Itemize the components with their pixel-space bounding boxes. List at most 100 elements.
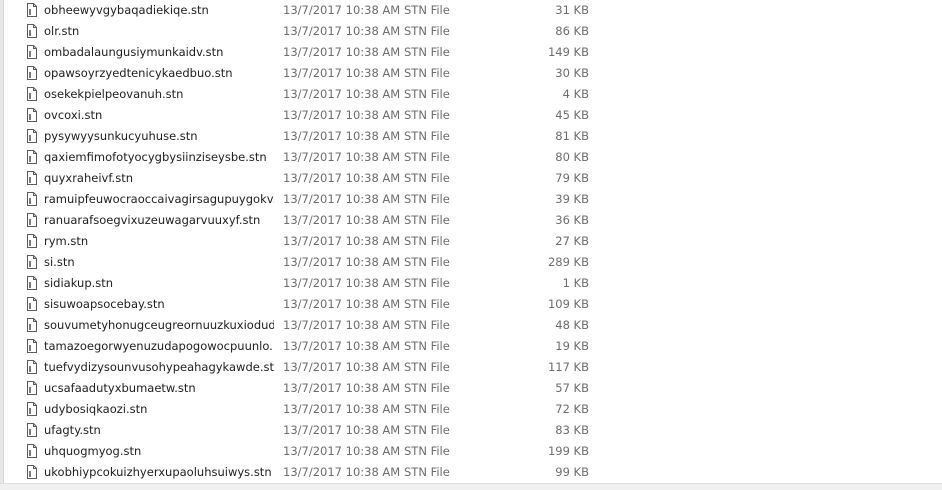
file-size: 81 KB bbox=[555, 129, 589, 143]
file-size: 80 KB bbox=[555, 150, 589, 164]
file-name[interactable]: ombadalaungusiymunkaidv.stn bbox=[44, 45, 223, 60]
file-row[interactable]: ombadalaungusiymunkaidv.stn 13/7/2017 10:… bbox=[0, 43, 942, 64]
file-row[interactable]: sidiakup.stn 13/7/2017 10:38 AM STN File 1 … bbox=[0, 274, 942, 295]
file-name[interactable]: ucsafaadutyxbumaetw.stn bbox=[44, 381, 196, 396]
file-size: 45 KB bbox=[555, 108, 589, 122]
file-row[interactable]: ufagty.stn 13/7/2017 10:38 AM STN File 83 K… bbox=[0, 421, 942, 442]
file-name[interactable]: opawsoyrzyedtenicykaedbuo.stn bbox=[44, 66, 233, 81]
file-name[interactable]: sidiakup.stn bbox=[44, 276, 113, 291]
file-name[interactable]: qaxiemfimofotyocygbysiinziseysbe.stn bbox=[44, 150, 267, 165]
file-size: 117 KB bbox=[547, 360, 589, 374]
file-icon bbox=[27, 444, 37, 458]
file-size: 79 KB bbox=[555, 171, 589, 185]
file-name[interactable]: ramuipfeuwocraoccaivagirsagupuygokv... bbox=[44, 192, 274, 207]
file-size: 199 KB bbox=[547, 444, 589, 458]
file-row[interactable]: olr.stn 13/7/2017 10:38 AM STN File 86 KB bbox=[0, 22, 942, 43]
file-size: 99 KB bbox=[555, 465, 589, 479]
file-name[interactable]: olr.stn bbox=[44, 24, 79, 39]
file-date-modified: 13/7/2017 10:38 AM bbox=[283, 318, 401, 332]
file-row[interactable]: tuefvydizysounvusohypeahagykawde.stn 13/7… bbox=[0, 358, 942, 379]
file-icon bbox=[27, 87, 37, 101]
file-size: 39 KB bbox=[555, 192, 589, 206]
file-name[interactable]: ukobhiypcokuizhyerxupaoluhsuiwys.stn bbox=[44, 465, 272, 480]
file-name[interactable]: souvumetyhonugceugreornuuzkuxiodud... bbox=[44, 318, 274, 333]
file-size: 57 KB bbox=[555, 381, 589, 395]
file-icon bbox=[27, 171, 37, 185]
file-date-modified: 13/7/2017 10:38 AM bbox=[283, 297, 401, 311]
file-type: STN File bbox=[404, 108, 450, 122]
file-date-modified: 13/7/2017 10:38 AM bbox=[283, 402, 401, 416]
file-name[interactable]: rym.stn bbox=[44, 234, 88, 249]
file-type: STN File bbox=[404, 402, 450, 416]
file-type: STN File bbox=[404, 129, 450, 143]
file-row[interactable]: osekekpielpeovanuh.stn 13/7/2017 10:38 AM… bbox=[0, 85, 942, 106]
file-icon bbox=[27, 150, 37, 164]
file-row[interactable]: si.stn 13/7/2017 10:38 AM STN File 289 KB bbox=[0, 253, 942, 274]
file-type: STN File bbox=[404, 297, 450, 311]
file-row[interactable]: rym.stn 13/7/2017 10:38 AM STN File 27 KB bbox=[0, 232, 942, 253]
file-row[interactable]: opawsoyrzyedtenicykaedbuo.stn 13/7/2017 1… bbox=[0, 64, 942, 85]
file-row[interactable]: pysywyysunkucyuhuse.stn 13/7/2017 10:38 A… bbox=[0, 127, 942, 148]
file-name[interactable]: pysywyysunkucyuhuse.stn bbox=[44, 129, 198, 144]
file-icon bbox=[27, 360, 37, 374]
file-row[interactable]: qaxiemfimofotyocygbysiinziseysbe.stn 13/7… bbox=[0, 148, 942, 169]
file-type: STN File bbox=[404, 192, 450, 206]
file-row[interactable]: ovcoxi.stn 13/7/2017 10:38 AM STN File 45 K… bbox=[0, 106, 942, 127]
file-type: STN File bbox=[404, 3, 450, 17]
file-row[interactable]: souvumetyhonugceugreornuuzkuxiodud... 13/… bbox=[0, 316, 942, 337]
file-type: STN File bbox=[404, 318, 450, 332]
file-row[interactable]: ucsafaadutyxbumaetw.stn 13/7/2017 10:38 A… bbox=[0, 379, 942, 400]
file-name[interactable]: udybosiqkaozi.stn bbox=[44, 402, 147, 417]
file-date-modified: 13/7/2017 10:38 AM bbox=[283, 276, 401, 290]
file-size: 109 KB bbox=[547, 297, 589, 311]
file-date-modified: 13/7/2017 10:38 AM bbox=[283, 234, 401, 248]
file-row[interactable]: ramuipfeuwocraoccaivagirsagupuygokv... 13… bbox=[0, 190, 942, 211]
file-name[interactable]: sisuwoapsocebay.stn bbox=[44, 297, 165, 312]
file-icon bbox=[27, 24, 37, 38]
file-name[interactable]: quyxraheivf.stn bbox=[44, 171, 133, 186]
file-icon bbox=[27, 276, 37, 290]
file-date-modified: 13/7/2017 10:38 AM bbox=[283, 444, 401, 458]
file-type: STN File bbox=[404, 171, 450, 185]
file-name[interactable]: osekekpielpeovanuh.stn bbox=[44, 87, 183, 102]
file-name[interactable]: obheewyvgybaqadiekiqe.stn bbox=[44, 3, 209, 18]
file-name[interactable]: ufagty.stn bbox=[44, 423, 101, 438]
file-name[interactable]: ranuarafsoegvixuzeuwagarvuuxyf.stn bbox=[44, 213, 260, 228]
file-date-modified: 13/7/2017 10:38 AM bbox=[283, 423, 401, 437]
file-icon bbox=[27, 129, 37, 143]
file-name[interactable]: ovcoxi.stn bbox=[44, 108, 102, 123]
file-type: STN File bbox=[404, 87, 450, 101]
file-date-modified: 13/7/2017 10:38 AM bbox=[283, 66, 401, 80]
file-date-modified: 13/7/2017 10:38 AM bbox=[283, 129, 401, 143]
file-name[interactable]: uhquogmyog.stn bbox=[44, 444, 141, 459]
file-icon bbox=[27, 465, 37, 479]
file-size: 289 KB bbox=[547, 255, 589, 269]
file-size: 30 KB bbox=[555, 66, 589, 80]
file-size: 31 KB bbox=[555, 3, 589, 17]
file-name[interactable]: tuefvydizysounvusohypeahagykawde.stn bbox=[44, 360, 274, 375]
file-icon bbox=[27, 297, 37, 311]
file-date-modified: 13/7/2017 10:38 AM bbox=[283, 213, 401, 227]
file-type: STN File bbox=[404, 381, 450, 395]
file-row[interactable]: ranuarafsoegvixuzeuwagarvuuxyf.stn 13/7/2… bbox=[0, 211, 942, 232]
file-row[interactable]: ukobhiypcokuizhyerxupaoluhsuiwys.stn 13/7… bbox=[0, 463, 942, 484]
file-row[interactable]: quyxraheivf.stn 13/7/2017 10:38 AM STN Fil… bbox=[0, 169, 942, 190]
file-row[interactable]: sisuwoapsocebay.stn 13/7/2017 10:38 AM STN… bbox=[0, 295, 942, 316]
file-row[interactable]: uhquogmyog.stn 13/7/2017 10:38 AM STN File… bbox=[0, 442, 942, 463]
file-name[interactable]: si.stn bbox=[44, 255, 75, 270]
file-date-modified: 13/7/2017 10:38 AM bbox=[283, 339, 401, 353]
file-row[interactable]: tamazoegorwyenuzudapogowocpuunlo... 13/7/… bbox=[0, 337, 942, 358]
file-date-modified: 13/7/2017 10:38 AM bbox=[283, 465, 401, 479]
file-size: 4 KB bbox=[562, 87, 589, 101]
file-row[interactable]: obheewyvgybaqadiekiqe.stn 13/7/2017 10:38… bbox=[0, 1, 942, 22]
file-size: 19 KB bbox=[555, 339, 589, 353]
file-row[interactable]: udybosiqkaozi.stn 13/7/2017 10:38 AM STN F… bbox=[0, 400, 942, 421]
file-type: STN File bbox=[404, 24, 450, 38]
file-size: 149 KB bbox=[547, 45, 589, 59]
file-name[interactable]: tamazoegorwyenuzudapogowocpuunlo... bbox=[44, 339, 274, 354]
file-date-modified: 13/7/2017 10:38 AM bbox=[283, 24, 401, 38]
file-type: STN File bbox=[404, 423, 450, 437]
file-icon bbox=[27, 381, 37, 395]
file-date-modified: 13/7/2017 10:38 AM bbox=[283, 381, 401, 395]
file-type: STN File bbox=[404, 255, 450, 269]
